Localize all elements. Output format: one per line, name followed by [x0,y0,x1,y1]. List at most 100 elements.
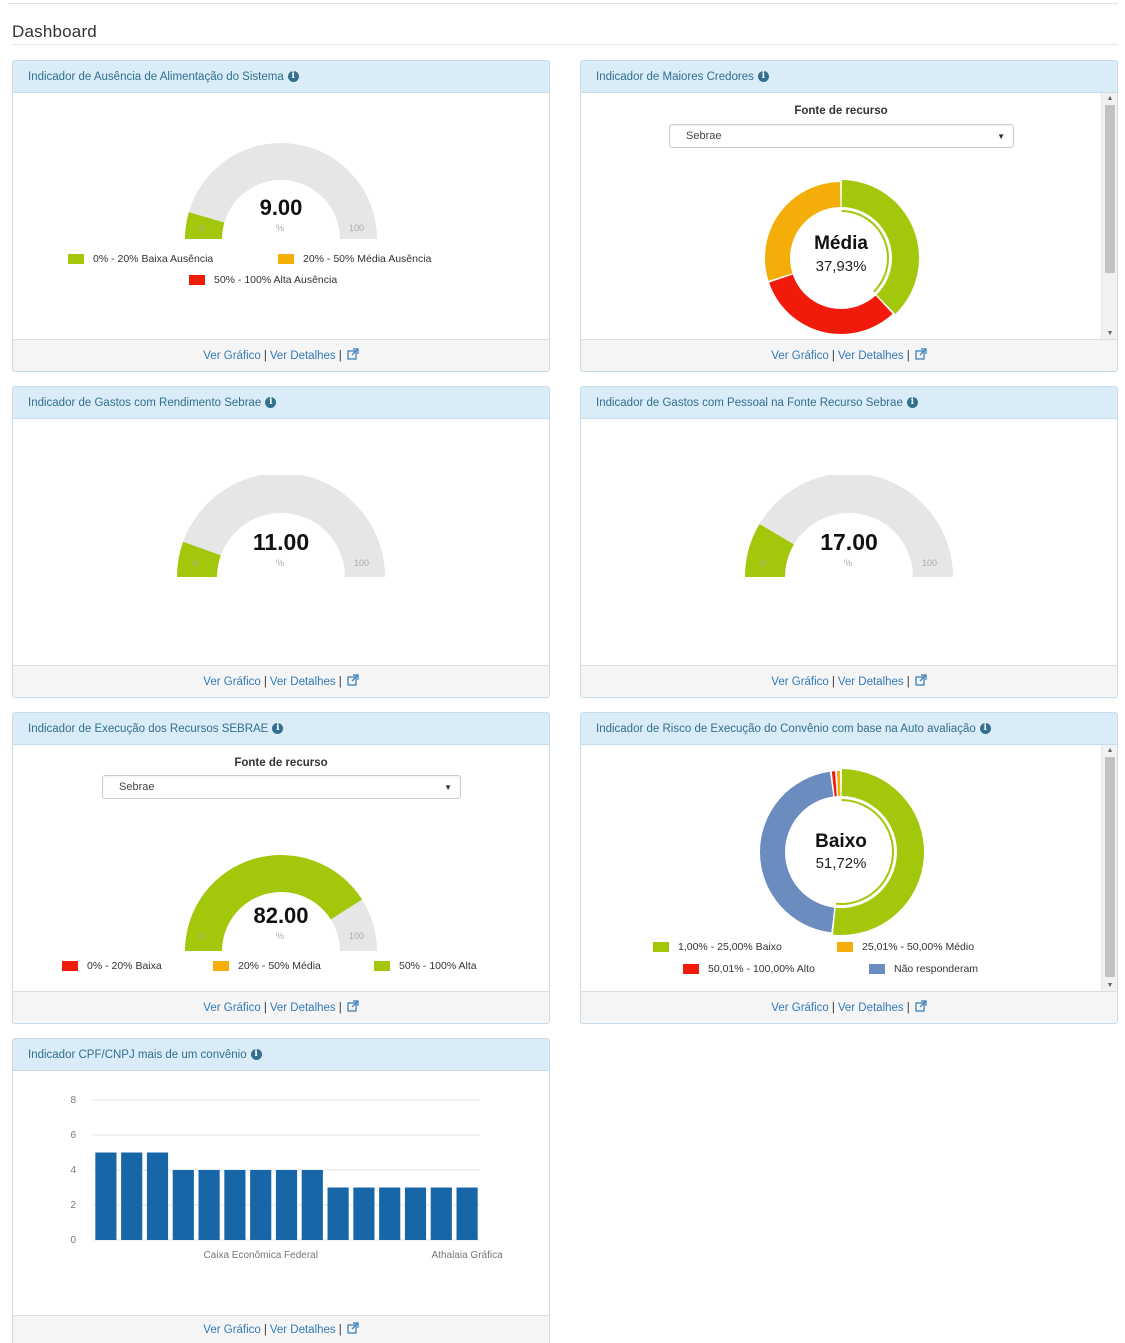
panel-title: Indicador de Gastos com Pessoal na Fonte… [596,396,903,409]
fonte-recurso-select[interactable]: Sebrae ▼ [102,775,461,799]
legend-swatch [653,942,669,952]
bar [250,1170,272,1240]
separator: | [831,349,835,362]
gauge-unit: % [276,223,285,233]
legend-label: 50% - 100% Alta [399,960,477,972]
donut-center-title: Baixo [815,831,867,852]
ver-grafico-link[interactable]: Ver Gráfico [771,350,829,362]
select-label: Fonte de recurso [794,105,888,117]
fonte-recurso-select[interactable]: Sebrae ▼ [669,124,1014,148]
gauge-max: 100 [922,558,938,568]
chevron-down-icon: ▼ [444,783,452,792]
panel-title: Indicador de Maiores Credores [596,70,754,83]
legend-label: 25,01% - 50,00% Médio [862,941,975,953]
ver-grafico-link[interactable]: Ver Gráfico [203,676,261,688]
scrollbar[interactable]: ▲ ▼ [1101,93,1117,339]
ver-detalhes-link[interactable]: Ver Detalhes [270,1324,336,1336]
panel-heading: Indicador de Ausência de Alimentação do … [13,61,549,93]
separator: | [831,1001,835,1014]
ver-grafico-link[interactable]: Ver Gráfico [203,1002,261,1014]
separator: | [338,349,342,362]
panel-footer: Ver Gráfico | Ver Detalhes | [13,991,549,1023]
legend-label: 50,01% - 100,00% Alto [708,963,815,975]
panel-body: Baixo 51,72% 1,00% - 25,00% Baixo 25,01%… [581,745,1117,991]
panel-title: Indicador de Risco de Execução do Convên… [596,722,976,735]
ver-detalhes-link[interactable]: Ver Detalhes [838,676,904,688]
panel-execucao: Indicador de Execução dos Recursos SEBRA… [12,712,550,1024]
ver-grafico-link[interactable]: Ver Gráfico [771,1002,829,1014]
info-icon[interactable]: i [287,71,299,82]
scroll-thumb[interactable] [1105,105,1115,273]
info-icon[interactable]: i [272,723,284,734]
gauge-value: 17.00 [820,529,878,555]
bar [379,1187,401,1240]
external-link-icon[interactable] [347,1000,359,1015]
external-link-icon[interactable] [915,674,927,689]
legend-item: 20% - 50% Média Ausência [278,253,431,265]
panel-rendimento: Indicador de Gastos com Rendimento Sebra… [12,386,550,698]
gauge-value: 9.00 [259,195,303,220]
donut-center-pct: 37,93% [815,258,867,275]
bar [327,1187,349,1240]
scroll-down-icon[interactable]: ▼ [1102,330,1117,337]
scroll-thumb[interactable] [1105,757,1115,977]
ver-detalhes-link[interactable]: Ver Detalhes [270,1002,336,1014]
ver-grafico-link[interactable]: Ver Gráfico [771,676,829,688]
legend-label: 20% - 50% Média [238,960,321,972]
info-icon[interactable]: i [250,1049,262,1060]
info-icon[interactable]: i [265,397,277,408]
panel-body: 0 2 4 6 8 Caixa Econômica Federal Athalaia Grá… [13,1071,549,1311]
external-link-icon[interactable] [915,1000,927,1015]
ver-detalhes-link[interactable]: Ver Detalhes [270,350,336,362]
legend-swatch [189,275,205,285]
y-tick-label: 0 [70,1235,76,1246]
legend-label: 0% - 20% Baixa [87,960,162,972]
scroll-up-icon[interactable]: ▲ [1102,95,1117,102]
panel-footer: Ver Gráfico | Ver Detalhes | [581,339,1117,371]
info-icon[interactable]: i [906,397,918,408]
scroll-up-icon[interactable]: ▲ [1102,747,1117,754]
external-link-icon[interactable] [347,348,359,363]
info-icon[interactable]: i [979,723,991,734]
scroll-down-icon[interactable]: ▼ [1102,982,1117,989]
gauge-min: 0 [761,558,767,568]
bar [198,1170,220,1240]
donut-slice [769,274,893,334]
legend-swatch [683,964,699,974]
donut-center-pct: 51,72% [815,855,867,872]
external-link-icon[interactable] [347,1322,359,1337]
external-link-icon[interactable] [347,674,359,689]
legend-item: 0% - 20% Baixa [62,960,162,972]
panel-risco: Indicador de Risco de Execução do Convên… [580,712,1118,1024]
panel-heading: Indicador de Gastos com Rendimento Sebra… [13,387,549,419]
panel-credores: Indicador de Maiores Credores i Fonte de… [580,60,1118,372]
legend-item: 50% - 100% Alta [374,960,477,972]
bar [430,1187,452,1240]
panel-footer: Ver Gráfico | Ver Detalhes | [13,665,549,697]
separator: | [906,675,910,688]
scrollbar[interactable]: ▲ ▼ [1101,745,1117,991]
panel-ausencia: Indicador de Ausência de Alimentação do … [12,60,550,372]
bar [404,1187,427,1240]
legend-item: 20% - 50% Média [213,960,321,972]
info-icon[interactable]: i [757,71,769,82]
gauge-min: 0 [199,223,205,233]
ver-grafico-link[interactable]: Ver Gráfico [203,1324,261,1336]
legend-label: 1,00% - 25,00% Baixo [678,941,782,953]
ver-detalhes-link[interactable]: Ver Detalhes [838,350,904,362]
separator: | [338,675,342,688]
ver-detalhes-link[interactable]: Ver Detalhes [838,1002,904,1014]
separator: | [263,1001,267,1014]
ver-detalhes-link[interactable]: Ver Detalhes [270,676,336,688]
legend-label: 20% - 50% Média Ausência [303,253,432,265]
panel-pessoal: Indicador de Gastos com Pessoal na Fonte… [580,386,1118,698]
top-divider [8,3,1118,4]
legend-item: 0% - 20% Baixa Ausência [68,253,213,265]
bar [301,1170,323,1240]
panel-body: 11.00 0 % 100 [13,419,549,665]
page-title: Dashboard [12,22,97,41]
ver-grafico-link[interactable]: Ver Gráfico [203,350,261,362]
separator: | [906,1001,910,1014]
external-link-icon[interactable] [915,348,927,363]
separator: | [263,675,267,688]
